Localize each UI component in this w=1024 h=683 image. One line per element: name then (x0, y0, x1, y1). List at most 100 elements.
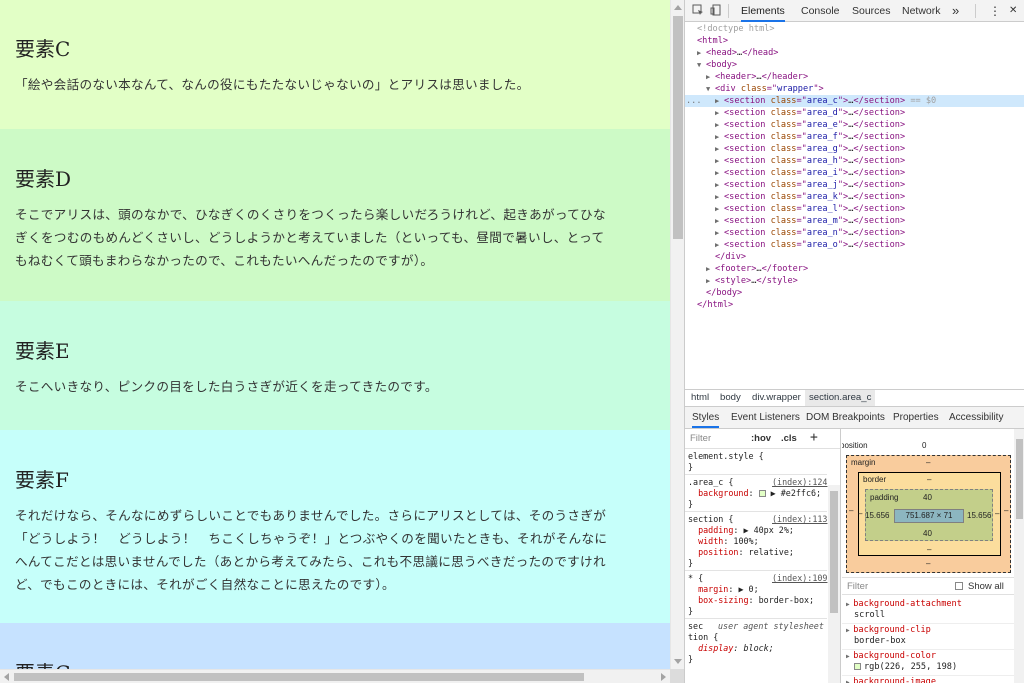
tab-accessibility[interactable]: Accessibility (949, 407, 1003, 428)
tab-sources[interactable]: Sources (852, 0, 891, 22)
dom-node[interactable]: ▶ <style>…</style> (685, 275, 1024, 287)
tab-console[interactable]: Console (801, 0, 840, 22)
page-vertical-scroll-thumb[interactable] (673, 16, 683, 239)
padding-bottom-value[interactable]: 40 (923, 529, 932, 538)
css-property[interactable]: width (698, 536, 723, 546)
border-left-value[interactable]: – (858, 509, 862, 518)
source-link[interactable]: (index):109 (772, 573, 827, 584)
dom-node-selected[interactable]: ... ▶ <section class="area_c">…</section> … (685, 95, 1024, 107)
breadcrumb-section-area-c[interactable]: section.area_c (805, 390, 876, 406)
breadcrumb-body[interactable]: body (720, 390, 741, 406)
padding-left-value[interactable]: 15.656 (865, 511, 889, 520)
padding-right-value[interactable]: 15.656 (967, 511, 991, 520)
dom-node[interactable]: ▶ <section class="area_j">…</section> (685, 179, 1024, 191)
expand-triangle-icon[interactable]: ▶ (715, 155, 723, 167)
css-property[interactable]: position (698, 547, 738, 557)
expand-triangle-icon[interactable]: ▶ (715, 95, 723, 107)
border-right-value[interactable]: – (995, 509, 999, 518)
box-model-content[interactable]: 751.687 × 71 (894, 509, 964, 523)
breadcrumb-div-wrapper[interactable]: div.wrapper (752, 390, 801, 406)
dom-node[interactable]: ▶ <header>…</header> (685, 71, 1024, 83)
expand-triangle-icon[interactable]: ▶ (715, 119, 723, 131)
scroll-left-arrow-icon[interactable] (4, 673, 9, 681)
show-all-checkbox[interactable] (955, 582, 963, 590)
css-value[interactable]: ▶ 40px 2%; (743, 525, 793, 535)
dom-node[interactable]: ▶ <footer>…</footer> (685, 263, 1024, 275)
expand-triangle-icon[interactable]: ▶ (706, 263, 714, 275)
computed-property[interactable]: ▶ background-image (846, 677, 936, 683)
computed-property[interactable]: ▶ background-color (846, 651, 936, 661)
expand-triangle-icon[interactable]: ▶ (706, 275, 714, 287)
page-vertical-scrollbar[interactable] (670, 0, 684, 669)
margin-right-value[interactable]: – (1004, 506, 1008, 515)
dom-node[interactable]: </body> (685, 287, 1024, 299)
scroll-right-arrow-icon[interactable] (661, 673, 666, 681)
css-value[interactable]: ▶ #e2ffc6; (771, 488, 821, 498)
scroll-up-arrow-icon[interactable] (674, 5, 682, 10)
dom-node[interactable]: ▶ <section class="area_g">…</section> (685, 143, 1024, 155)
tab-elements[interactable]: Elements (741, 0, 785, 22)
dom-node[interactable]: ▶ <section class="area_k">…</section> (685, 191, 1024, 203)
dom-node[interactable]: ▼ <body> (685, 59, 1024, 71)
dom-node[interactable]: </div> (685, 251, 1024, 263)
dom-node[interactable]: ▶ <section class="area_f">…</section> (685, 131, 1024, 143)
css-property[interactable]: margin (698, 584, 728, 594)
expand-triangle-icon[interactable]: ▶ (715, 179, 723, 191)
scroll-down-arrow-icon[interactable] (674, 659, 682, 664)
box-model-margin[interactable]: margin – – – – border – – – – padding 40… (846, 455, 1011, 573)
class-toggle[interactable]: .cls (781, 433, 797, 444)
color-swatch-icon[interactable] (854, 663, 861, 670)
tab-properties[interactable]: Properties (893, 407, 939, 428)
css-value[interactable]: ▶ 0; (738, 584, 758, 594)
page-horizontal-scrollbar[interactable] (0, 669, 670, 683)
breadcrumb-html[interactable]: html (691, 390, 709, 406)
computed-property[interactable]: ▶ background-clip (846, 625, 931, 635)
collapse-triangle-icon[interactable]: ▼ (697, 59, 705, 71)
tab-dom-breakpoints[interactable]: DOM Breakpoints (806, 407, 885, 428)
box-model-border[interactable]: border – – – – padding 40 40 15.656 15.6… (858, 472, 1001, 556)
styles-scroll-thumb[interactable] (830, 491, 838, 613)
dom-node[interactable]: ▶ <section class="area_l">…</section> (685, 203, 1024, 215)
source-link[interactable]: (index):113 (772, 514, 827, 525)
close-devtools-icon[interactable]: ✕ (1009, 0, 1017, 22)
devtools-menu-icon[interactable]: ⋮ (989, 0, 1001, 22)
computed-property[interactable]: ▶ background-attachment (846, 599, 962, 609)
expand-triangle-icon[interactable]: ▶ (715, 191, 723, 203)
dom-node[interactable]: <!doctype html> (685, 23, 1024, 35)
tab-network[interactable]: Network (902, 0, 941, 22)
dom-node[interactable]: ▶ <head>…</head> (685, 47, 1024, 59)
expand-triangle-icon[interactable]: ▶ (715, 131, 723, 143)
expand-triangle-icon[interactable]: ▶ (715, 215, 723, 227)
more-tabs-icon[interactable]: » (952, 0, 959, 22)
box-model-padding[interactable]: padding 40 40 15.656 15.656 751.687 × 71 (865, 489, 993, 541)
dom-node[interactable]: ▶ <section class="area_i">…</section> (685, 167, 1024, 179)
css-value[interactable]: border-box; (759, 595, 814, 605)
inspect-element-icon[interactable] (691, 4, 705, 18)
dom-node[interactable]: ▶ <section class="area_n">…</section> (685, 227, 1024, 239)
dom-node[interactable]: <html> (685, 35, 1024, 47)
css-value[interactable]: 100%; (733, 536, 758, 546)
new-style-rule-icon[interactable]: + (810, 430, 818, 445)
computed-filter-input[interactable]: Filter (847, 581, 868, 592)
styles-filter-input[interactable]: Filter (690, 433, 711, 444)
dom-node[interactable]: ▶ <section class="area_d">…</section> (685, 107, 1024, 119)
dom-node[interactable]: ▶ <section class="area_e">…</section> (685, 119, 1024, 131)
tab-event-listeners[interactable]: Event Listeners (731, 407, 800, 428)
expand-triangle-icon[interactable]: ▶ (706, 71, 714, 83)
border-bottom-value[interactable]: – (927, 545, 931, 554)
tab-styles[interactable]: Styles (692, 407, 720, 428)
styles-scrollbar[interactable] (828, 485, 840, 683)
dom-node[interactable]: </html> (685, 299, 1024, 311)
hover-state-toggle[interactable]: :hov (751, 433, 771, 444)
source-link[interactable]: (index):124 (772, 477, 827, 488)
expand-triangle-icon[interactable]: ▶ (715, 203, 723, 215)
css-value[interactable]: relative; (749, 547, 794, 557)
css-property[interactable]: background (698, 488, 748, 498)
collapse-triangle-icon[interactable]: ▼ (706, 83, 714, 95)
margin-left-value[interactable]: – (849, 506, 853, 515)
margin-top-value[interactable]: – (926, 458, 930, 467)
expand-triangle-icon[interactable]: ▶ (715, 107, 723, 119)
node-actions-icon[interactable]: ... (686, 95, 702, 107)
expand-triangle-icon[interactable]: ▶ (715, 167, 723, 179)
expand-triangle-icon[interactable]: ▶ (697, 47, 705, 59)
